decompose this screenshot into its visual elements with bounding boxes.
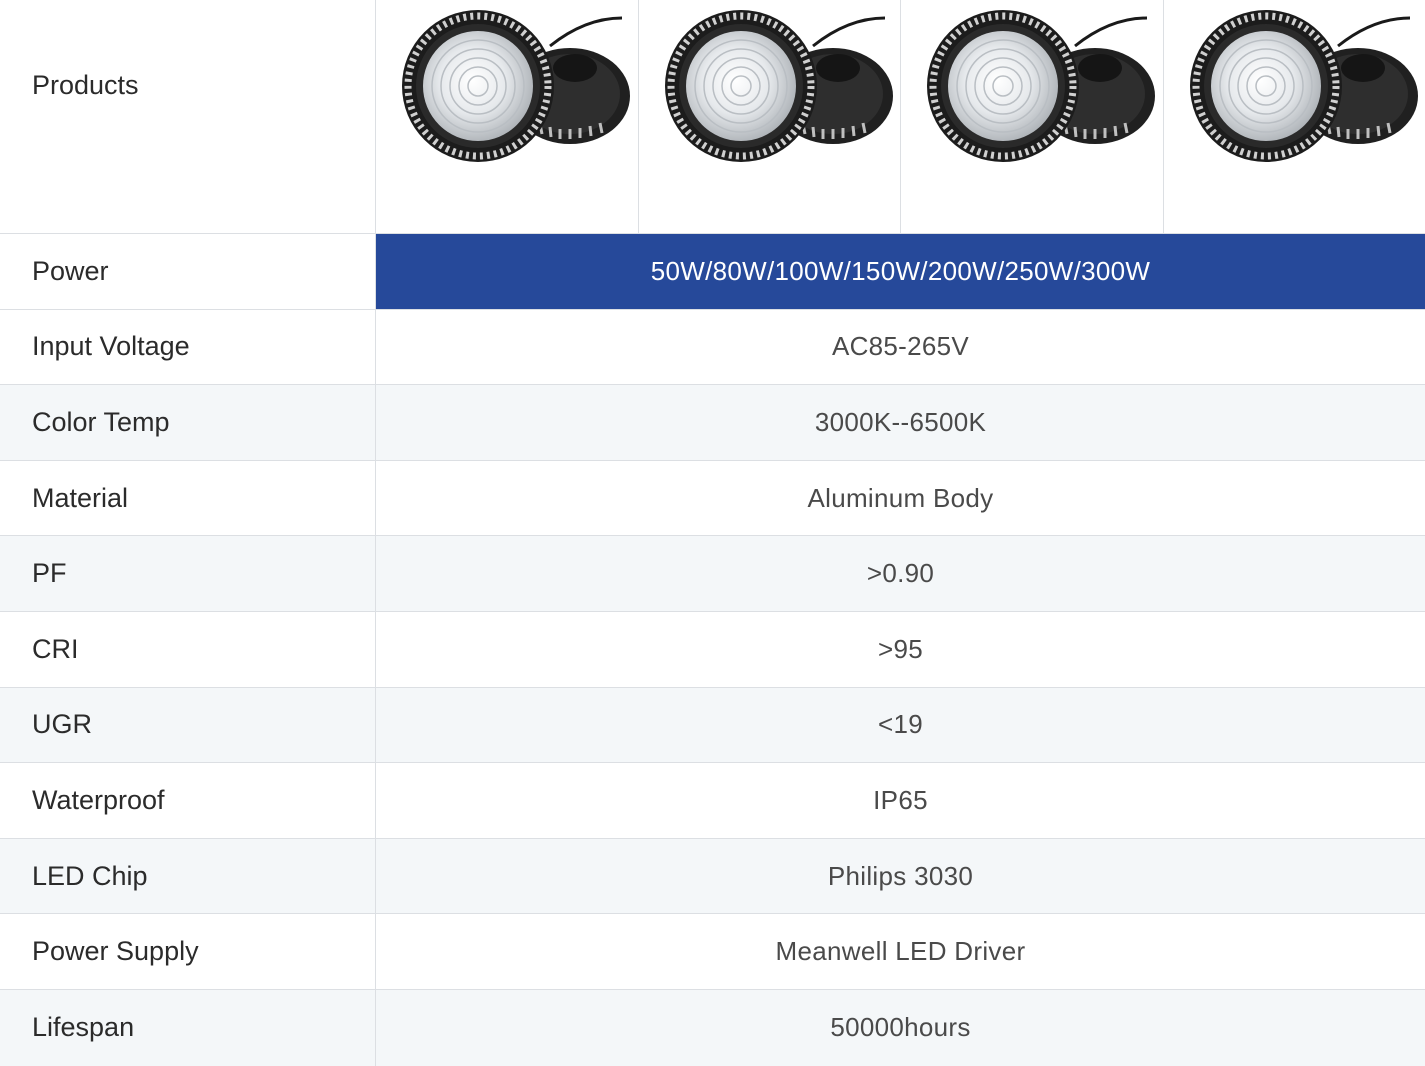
spec-label: Lifespan — [0, 990, 376, 1066]
spec-label: PF — [0, 536, 376, 611]
spec-row-led-chip: LED Chip Philips 3030 — [0, 839, 1425, 915]
product-cell — [376, 0, 639, 233]
spec-value: 50W/80W/100W/150W/200W/250W/300W — [376, 234, 1425, 309]
product-image-2 — [663, 6, 893, 166]
spec-row-color-temp: Color Temp 3000K--6500K — [0, 385, 1425, 461]
spec-value: Meanwell LED Driver — [376, 914, 1425, 989]
spec-row-pf: PF >0.90 — [0, 536, 1425, 612]
spec-value: >95 — [376, 612, 1425, 687]
product-cell — [639, 0, 902, 233]
spec-value: IP65 — [376, 763, 1425, 838]
spec-value: >0.90 — [376, 536, 1425, 611]
product-image-4 — [1188, 6, 1418, 166]
spec-label: Material — [0, 461, 376, 536]
spec-row-cri: CRI >95 — [0, 612, 1425, 688]
spec-row-lifespan: Lifespan 50000hours — [0, 990, 1425, 1066]
spec-value: <19 — [376, 688, 1425, 763]
spec-label: Power — [0, 234, 376, 309]
spec-value: 3000K--6500K — [376, 385, 1425, 460]
spec-row-power-supply: Power Supply Meanwell LED Driver — [0, 914, 1425, 990]
product-image-3 — [925, 6, 1155, 166]
spec-value: 50000hours — [376, 990, 1425, 1066]
spec-label: Power Supply — [0, 914, 376, 989]
products-row: Products — [0, 0, 1425, 234]
spec-table: Products — [0, 0, 1425, 1066]
product-images — [376, 0, 1425, 233]
spec-value: Philips 3030 — [376, 839, 1425, 914]
spec-row-input-voltage: Input Voltage AC85-265V — [0, 310, 1425, 386]
spec-value: Aluminum Body — [376, 461, 1425, 536]
spec-row-material: Material Aluminum Body — [0, 461, 1425, 537]
spec-label: Input Voltage — [0, 310, 376, 385]
spec-label: UGR — [0, 688, 376, 763]
products-label: Products — [0, 0, 376, 233]
product-cell — [901, 0, 1164, 233]
spec-row-power: Power 50W/80W/100W/150W/200W/250W/300W — [0, 234, 1425, 310]
spec-row-ugr: UGR <19 — [0, 688, 1425, 764]
spec-label: Waterproof — [0, 763, 376, 838]
spec-value: AC85-265V — [376, 310, 1425, 385]
product-image-1 — [400, 6, 630, 166]
spec-label: CRI — [0, 612, 376, 687]
spec-label: Color Temp — [0, 385, 376, 460]
product-cell — [1164, 0, 1425, 233]
spec-label: LED Chip — [0, 839, 376, 914]
spec-row-waterproof: Waterproof IP65 — [0, 763, 1425, 839]
